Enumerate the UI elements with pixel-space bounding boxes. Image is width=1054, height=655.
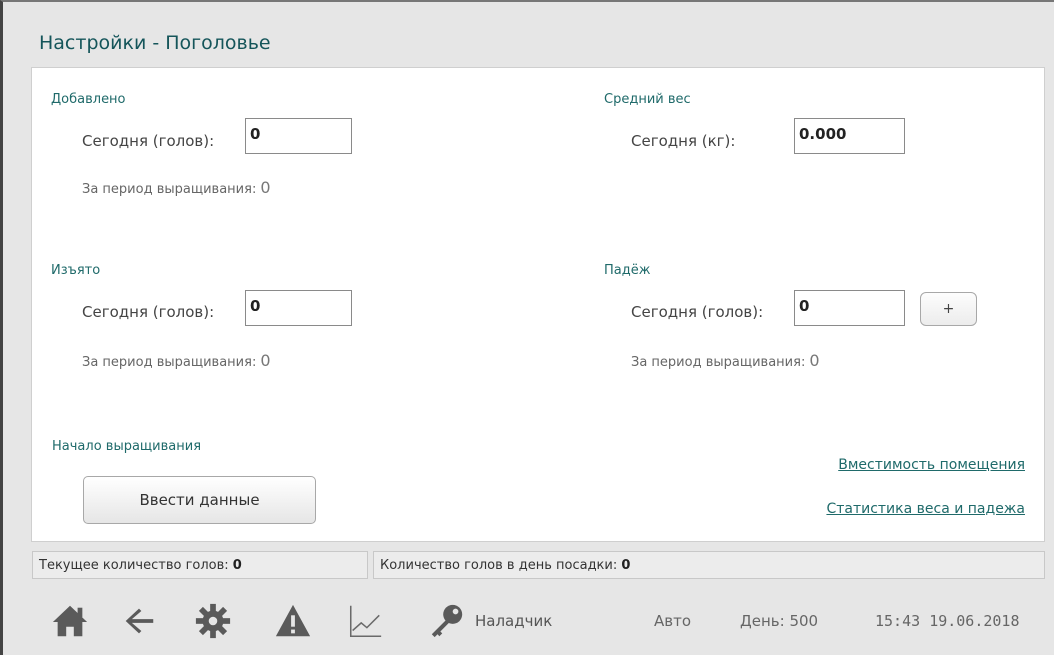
added-period: За период выращивания: 0 <box>82 178 271 197</box>
avg-weight-today-input[interactable]: 0.000 <box>794 118 905 154</box>
date-value: 19.06.2018 <box>929 612 1020 630</box>
avg-weight-today-label: Сегодня (кг): <box>631 132 736 150</box>
added-today-label: Сегодня (голов): <box>82 132 215 150</box>
added-period-label: За период выращивания: <box>82 182 257 197</box>
current-count-status: Текущее количество голов: 0 <box>32 551 368 579</box>
removed-section-title: Изъято <box>51 263 101 278</box>
mortality-period-label: За период выращивания: <box>631 355 806 370</box>
mortality-today-input[interactable]: 0 <box>794 290 905 326</box>
clock-display: 15:43 19.06.2018 <box>875 612 1020 630</box>
removed-period: За период выращивания: 0 <box>82 351 271 370</box>
placement-count-status: Количество голов в день посадки: 0 <box>373 551 1045 579</box>
page-title: Настройки - Поголовье <box>39 32 271 54</box>
mortality-today-label: Сегодня (голов): <box>631 303 764 321</box>
growing-start-section-title: Начало выращивания <box>52 439 202 454</box>
current-count-label: Текущее количество голов: <box>39 558 229 573</box>
added-section-title: Добавлено <box>51 92 126 107</box>
chart-icon[interactable] <box>346 602 384 640</box>
back-arrow-icon[interactable] <box>120 602 158 640</box>
day-indicator: День: 500 <box>740 612 818 630</box>
user-role-label[interactable]: Наладчик <box>475 612 552 630</box>
key-icon[interactable] <box>428 602 466 640</box>
capacity-link[interactable]: Вместимость помещения <box>838 457 1025 473</box>
mortality-section-title: Падёж <box>604 263 651 278</box>
home-icon[interactable] <box>51 602 89 640</box>
add-mortality-button[interactable]: + <box>920 292 977 326</box>
removed-today-label: Сегодня (голов): <box>82 303 215 321</box>
added-today-input[interactable]: 0 <box>245 118 352 154</box>
bottom-nav-bar: Наладчик Авто День: 500 15:43 19.06.2018 <box>6 584 1054 655</box>
day-label: День: <box>740 612 785 630</box>
warning-icon[interactable] <box>274 602 312 640</box>
mortality-period-value: 0 <box>809 351 820 370</box>
current-count-value: 0 <box>232 558 242 573</box>
placement-count-value: 0 <box>621 558 631 573</box>
enter-data-button[interactable]: Ввести данные <box>83 476 316 524</box>
app-window: Настройки - Поголовье Добавлено Сегодня … <box>0 0 1054 655</box>
avg-weight-section-title: Средний вес <box>604 92 691 107</box>
day-value: 500 <box>789 612 819 630</box>
added-period-value: 0 <box>260 178 271 197</box>
mode-label: Авто <box>654 612 692 630</box>
removed-period-value: 0 <box>260 351 271 370</box>
time-value: 15:43 <box>875 612 921 630</box>
placement-count-label: Количество голов в день посадки: <box>380 558 618 573</box>
settings-panel: Добавлено Сегодня (голов): 0 За период в… <box>31 67 1045 542</box>
mortality-period: За период выращивания: 0 <box>631 351 820 370</box>
gear-icon[interactable] <box>194 602 232 640</box>
removed-today-input[interactable]: 0 <box>245 290 352 326</box>
removed-period-label: За период выращивания: <box>82 355 257 370</box>
stats-link[interactable]: Статистика веса и падежа <box>826 501 1025 517</box>
